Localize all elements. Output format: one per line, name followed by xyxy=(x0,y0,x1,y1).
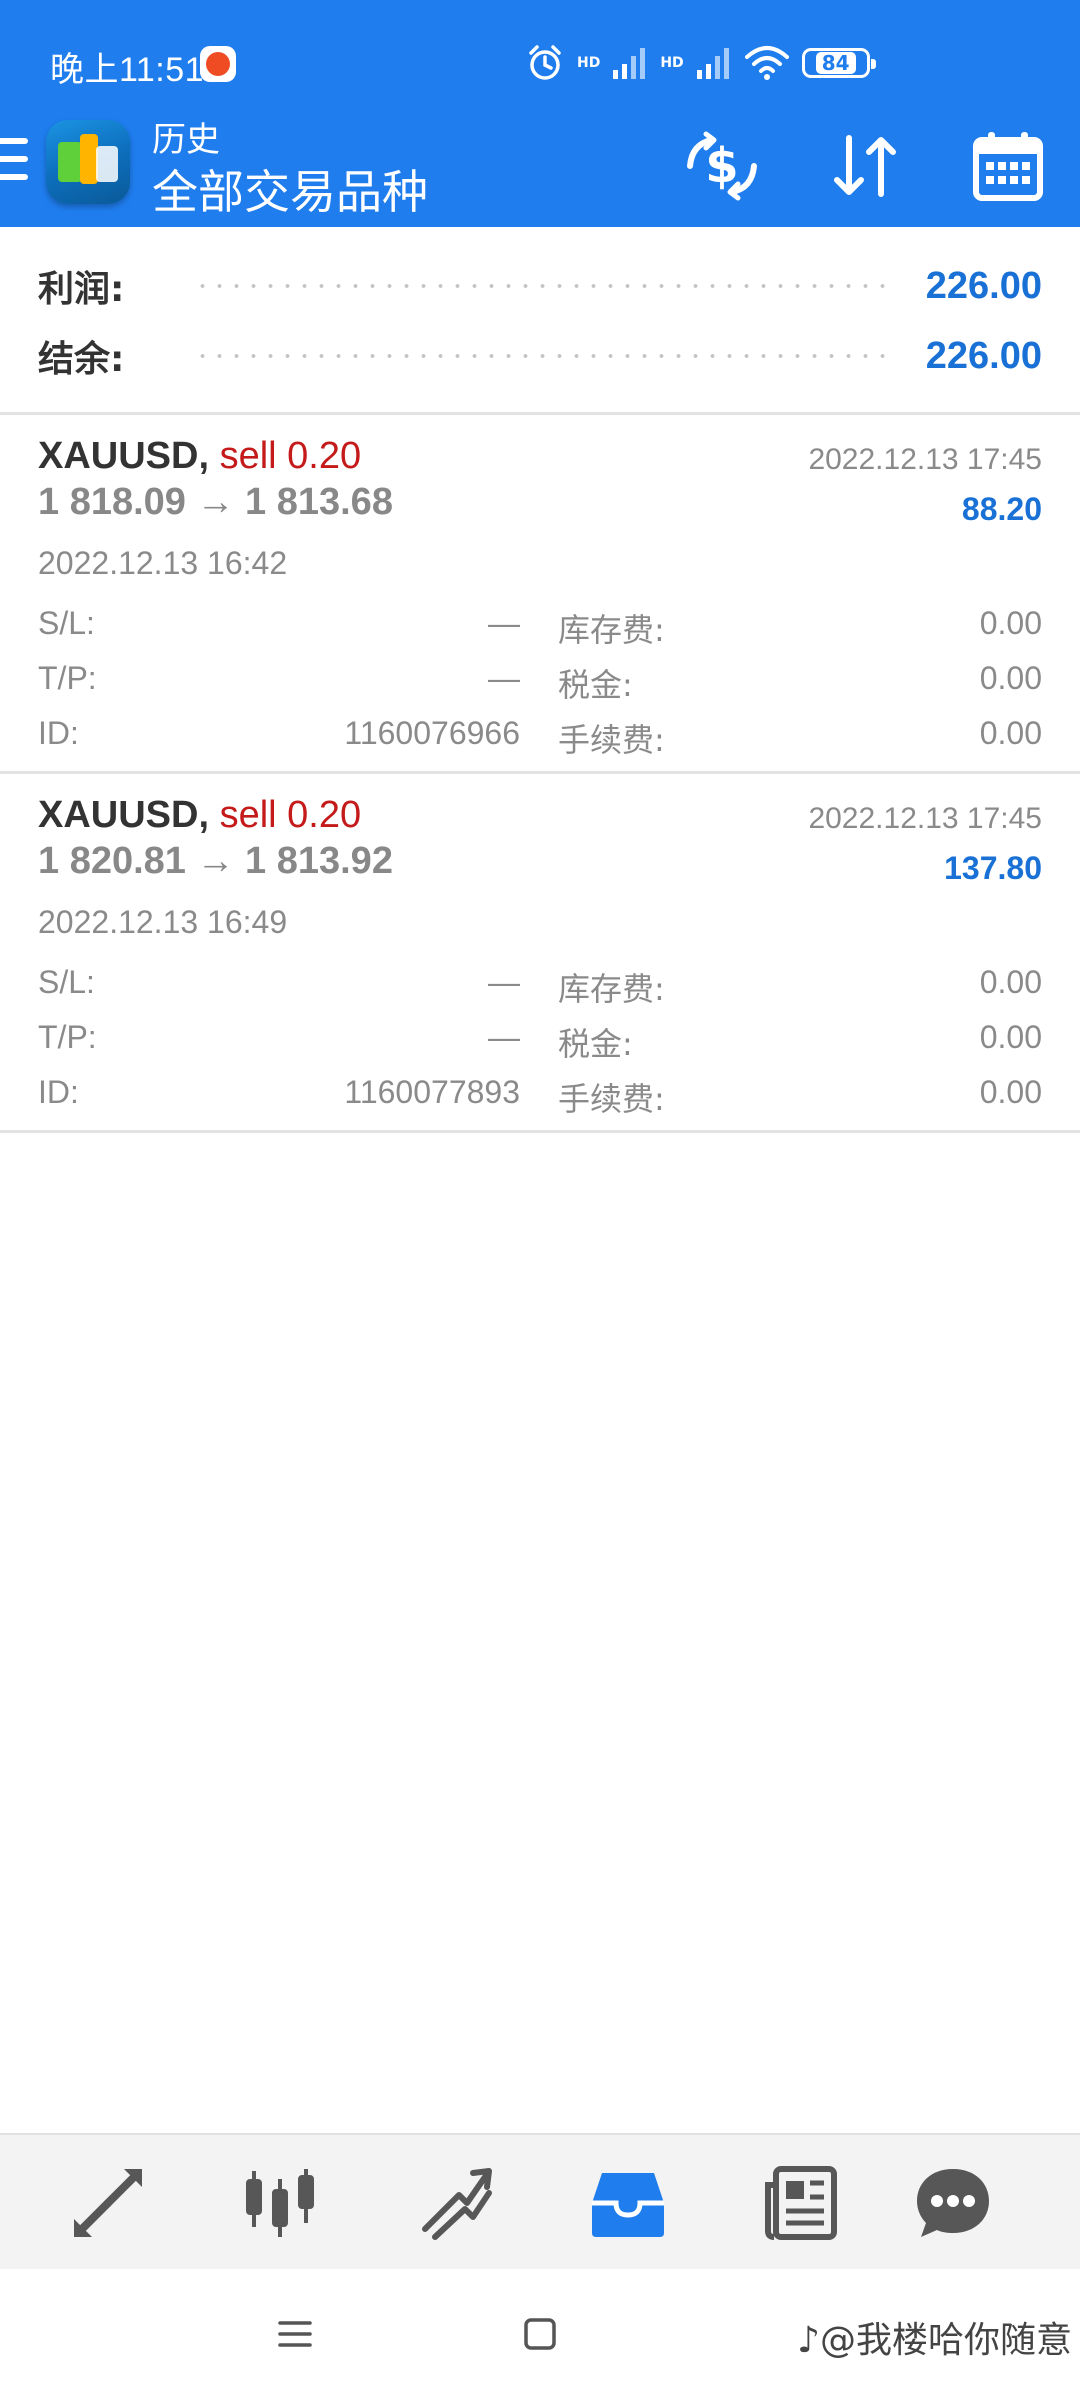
page-subtitle: 历史 xyxy=(152,120,220,160)
balance-label: 结余: xyxy=(38,339,125,380)
commission-label: 手续费: xyxy=(558,721,665,759)
alarm-icon xyxy=(529,45,561,80)
deal-symbol-line: XAUUSD, sell 0.20 xyxy=(38,794,361,837)
tp-label: T/P: xyxy=(38,660,97,696)
calendar-icon[interactable] xyxy=(968,126,1048,206)
status-time: 晚上11:51 xyxy=(50,51,205,89)
battery-icon: 84 xyxy=(801,48,876,78)
quotes-icon[interactable] xyxy=(68,2163,148,2243)
recents-menu-icon[interactable] xyxy=(270,2309,320,2359)
deal-profit: 137.80 xyxy=(944,850,1042,886)
deal-side: sell 0.20 xyxy=(219,794,362,836)
deal-symbol: XAUUSD, xyxy=(38,794,210,836)
status-bar: 晚上11:51 HD HD 84 xyxy=(0,0,1080,120)
tp-value: — xyxy=(488,1019,520,1055)
balance-row: 结余: 226.00 xyxy=(38,326,1042,386)
swap-label: 库存费: xyxy=(558,611,665,649)
system-nav-bar: ♪@我楼哈你随意 xyxy=(0,2269,1080,2400)
tax-value: 0.00 xyxy=(979,660,1042,696)
commission-label: 手续费: xyxy=(558,1080,665,1118)
app-logo xyxy=(46,120,130,204)
id-label: ID: xyxy=(38,1074,79,1110)
chat-icon[interactable] xyxy=(913,2163,993,2243)
deal-prices: 1 818.09 → 1 813.68 xyxy=(38,481,393,523)
deal-profit: 88.20 xyxy=(961,491,1042,527)
id-value: 1160076966 xyxy=(344,715,520,751)
deal-side: sell 0.20 xyxy=(219,435,362,477)
profit-label: 利润: xyxy=(38,269,125,310)
swap-value: 0.00 xyxy=(979,964,1042,1000)
swap-label: 库存费: xyxy=(558,970,665,1008)
chart-icon[interactable] xyxy=(240,2163,320,2243)
top-bar: 晚上11:51 HD HD 84 历史 全部交易品种 $ xyxy=(0,0,1080,227)
dotted-leader xyxy=(194,284,890,288)
sl-value: — xyxy=(488,964,520,1000)
tax-label: 税金: xyxy=(558,1025,633,1063)
tax-label: 税金: xyxy=(558,666,633,704)
id-value: 1160077893 xyxy=(344,1074,520,1110)
balance-value: 226.00 xyxy=(925,334,1042,377)
sl-value: — xyxy=(488,605,520,641)
id-label: ID: xyxy=(38,715,79,751)
deal-symbol-line: XAUUSD, sell 0.20 xyxy=(38,435,361,478)
profit-row: 利润: 226.00 xyxy=(38,256,1042,316)
signal-icon xyxy=(613,48,646,79)
deal-symbol: XAUUSD, xyxy=(38,435,210,477)
currency-exchange-icon[interactable]: $ xyxy=(682,126,762,206)
menu-icon[interactable] xyxy=(0,138,28,180)
app-bar: 历史 全部交易品种 $ xyxy=(0,108,1080,227)
bottom-nav xyxy=(0,2133,1080,2269)
page-title[interactable]: 全部交易品种 xyxy=(152,156,428,222)
home-icon[interactable] xyxy=(515,2309,565,2359)
app-notification-icon xyxy=(200,46,236,82)
status-icons: HD HD 84 xyxy=(525,38,876,88)
deal-close-time: 2022.12.13 17:45 xyxy=(808,802,1042,835)
watermark: ♪@我楼哈你随意 xyxy=(797,2320,1072,2361)
dotted-leader xyxy=(194,354,890,358)
tax-value: 0.00 xyxy=(979,1019,1042,1055)
commission-value: 0.00 xyxy=(979,1074,1042,1110)
sl-label: S/L: xyxy=(38,605,95,641)
commission-value: 0.00 xyxy=(979,715,1042,751)
sl-label: S/L: xyxy=(38,964,95,1000)
tp-label: T/P: xyxy=(38,1019,97,1055)
signal-icon-2 xyxy=(696,48,729,79)
summary-panel: 利润: 226.00 结余: 226.00 xyxy=(0,227,1080,415)
deal-prices: 1 820.81 → 1 813.92 xyxy=(38,840,393,882)
news-icon[interactable] xyxy=(760,2163,840,2243)
wifi-icon xyxy=(744,46,789,80)
trade-icon[interactable] xyxy=(415,2163,495,2243)
hd-label-2: HD xyxy=(660,55,684,71)
history-icon[interactable] xyxy=(588,2163,668,2243)
swap-value: 0.00 xyxy=(979,605,1042,641)
deal-open-time: 2022.12.13 16:42 xyxy=(38,545,288,581)
deal-close-time: 2022.12.13 17:45 xyxy=(808,443,1042,476)
deal-open-time: 2022.12.13 16:49 xyxy=(38,904,288,940)
hd-label-1: HD xyxy=(577,55,601,71)
sort-icon[interactable] xyxy=(825,126,905,206)
deal-row[interactable]: XAUUSD, sell 0.20 2022.12.13 17:45 1 820… xyxy=(0,774,1080,1133)
deal-row[interactable]: XAUUSD, sell 0.20 2022.12.13 17:45 1 818… xyxy=(0,415,1080,774)
profit-value: 226.00 xyxy=(925,264,1042,307)
battery-level: 84 xyxy=(815,52,856,74)
tp-value: — xyxy=(488,660,520,696)
